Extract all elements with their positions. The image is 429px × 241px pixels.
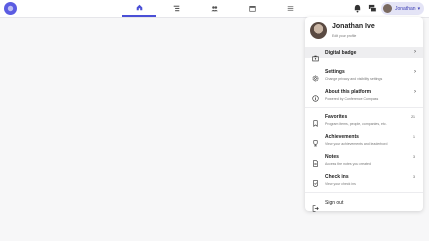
bookmark-icon	[312, 114, 319, 127]
info-icon	[312, 89, 319, 102]
check-badge-icon	[312, 174, 319, 187]
menu-item-settings[interactable]: Settings Change privacy and visibility s…	[305, 68, 423, 82]
nav-people[interactable]	[197, 0, 231, 17]
user-name: Jonathan	[395, 5, 416, 12]
menu-item-label: Notes	[325, 154, 339, 160]
menu-item-achievements[interactable]: Achievements View your achievements and …	[305, 133, 423, 147]
avatar	[383, 4, 392, 13]
menu-item-label: About this platform	[325, 89, 372, 95]
chat-icon	[368, 4, 377, 12]
app-logo[interactable]	[4, 2, 17, 15]
profile-subtitle: Edit your profile	[332, 34, 357, 38]
top-bar: Jonathan ▾	[0, 0, 429, 18]
menu-item-label: Settings	[325, 69, 345, 75]
nav-menu[interactable]	[273, 0, 307, 17]
menu-item-count: 3	[413, 155, 415, 159]
note-icon	[312, 154, 319, 167]
menu-item-favorites[interactable]: Favorites Program items, people, compani…	[305, 113, 423, 127]
menu-item-subtitle: Access the notes you created	[325, 162, 371, 166]
menu-item-subtitle: Change privacy and visibility settings	[325, 77, 383, 81]
menu-item-count: 1	[413, 135, 415, 139]
menu-item-subtitle: View your check ins	[325, 182, 356, 186]
menu-item-subtitle: Program items, people, companies, etc.	[325, 122, 387, 126]
chevron-right-icon: ›	[414, 89, 416, 95]
menu-item-label: Sign out	[325, 200, 344, 206]
profile-name: Jonathan Ive	[332, 23, 375, 30]
nav-calendar[interactable]	[235, 0, 269, 17]
menu-item-label: Digital badge	[325, 50, 357, 56]
id-badge-icon	[312, 49, 319, 62]
menu-item-count: 3	[413, 175, 415, 179]
chevron-right-icon: ›	[414, 49, 416, 55]
profile-avatar	[310, 22, 327, 39]
sign-out-button[interactable]: Sign out	[305, 198, 423, 212]
user-menu-button[interactable]: Jonathan ▾	[381, 2, 424, 15]
bell-icon	[354, 4, 361, 13]
menu-item-notes[interactable]: Notes Access the notes you created 3	[305, 153, 423, 167]
calendar-icon	[248, 6, 256, 12]
divider	[305, 192, 423, 193]
chevron-right-icon: ›	[414, 69, 416, 75]
user-dropdown-menu: Jonathan Ive Edit your profile Digital b…	[305, 17, 423, 212]
menu-item-label: Achievements	[325, 134, 359, 140]
messages-button[interactable]	[367, 3, 378, 14]
menu-item-about[interactable]: About this platform Powered by Conferenc…	[305, 88, 423, 102]
trophy-icon	[312, 134, 319, 147]
hamburger-icon	[287, 6, 293, 11]
profile-header[interactable]: Jonathan Ive Edit your profile	[310, 22, 418, 42]
menu-item-subtitle: View your achievements and leaderbord	[325, 142, 388, 146]
home-icon	[136, 4, 142, 11]
logo-icon	[7, 5, 14, 12]
menu-item-subtitle: Powered by Conference Compass	[325, 97, 379, 101]
gear-icon	[312, 69, 319, 82]
people-icon	[210, 6, 218, 12]
menu-item-count: 21	[411, 115, 415, 119]
schedule-icon	[173, 5, 179, 12]
menu-item-checkins[interactable]: Check ins View your check ins 3	[305, 173, 423, 187]
nav-schedule[interactable]	[159, 0, 193, 17]
sign-out-icon	[312, 199, 319, 212]
menu-item-label: Favorites	[325, 114, 348, 120]
menu-item-label: Check ins	[325, 174, 349, 180]
divider	[305, 107, 423, 108]
nav-home[interactable]	[122, 0, 156, 17]
notifications-button[interactable]	[352, 3, 363, 14]
menu-item-digital-badge[interactable]: Digital badge ›	[305, 47, 423, 62]
chevron-down-icon: ▾	[417, 5, 421, 12]
